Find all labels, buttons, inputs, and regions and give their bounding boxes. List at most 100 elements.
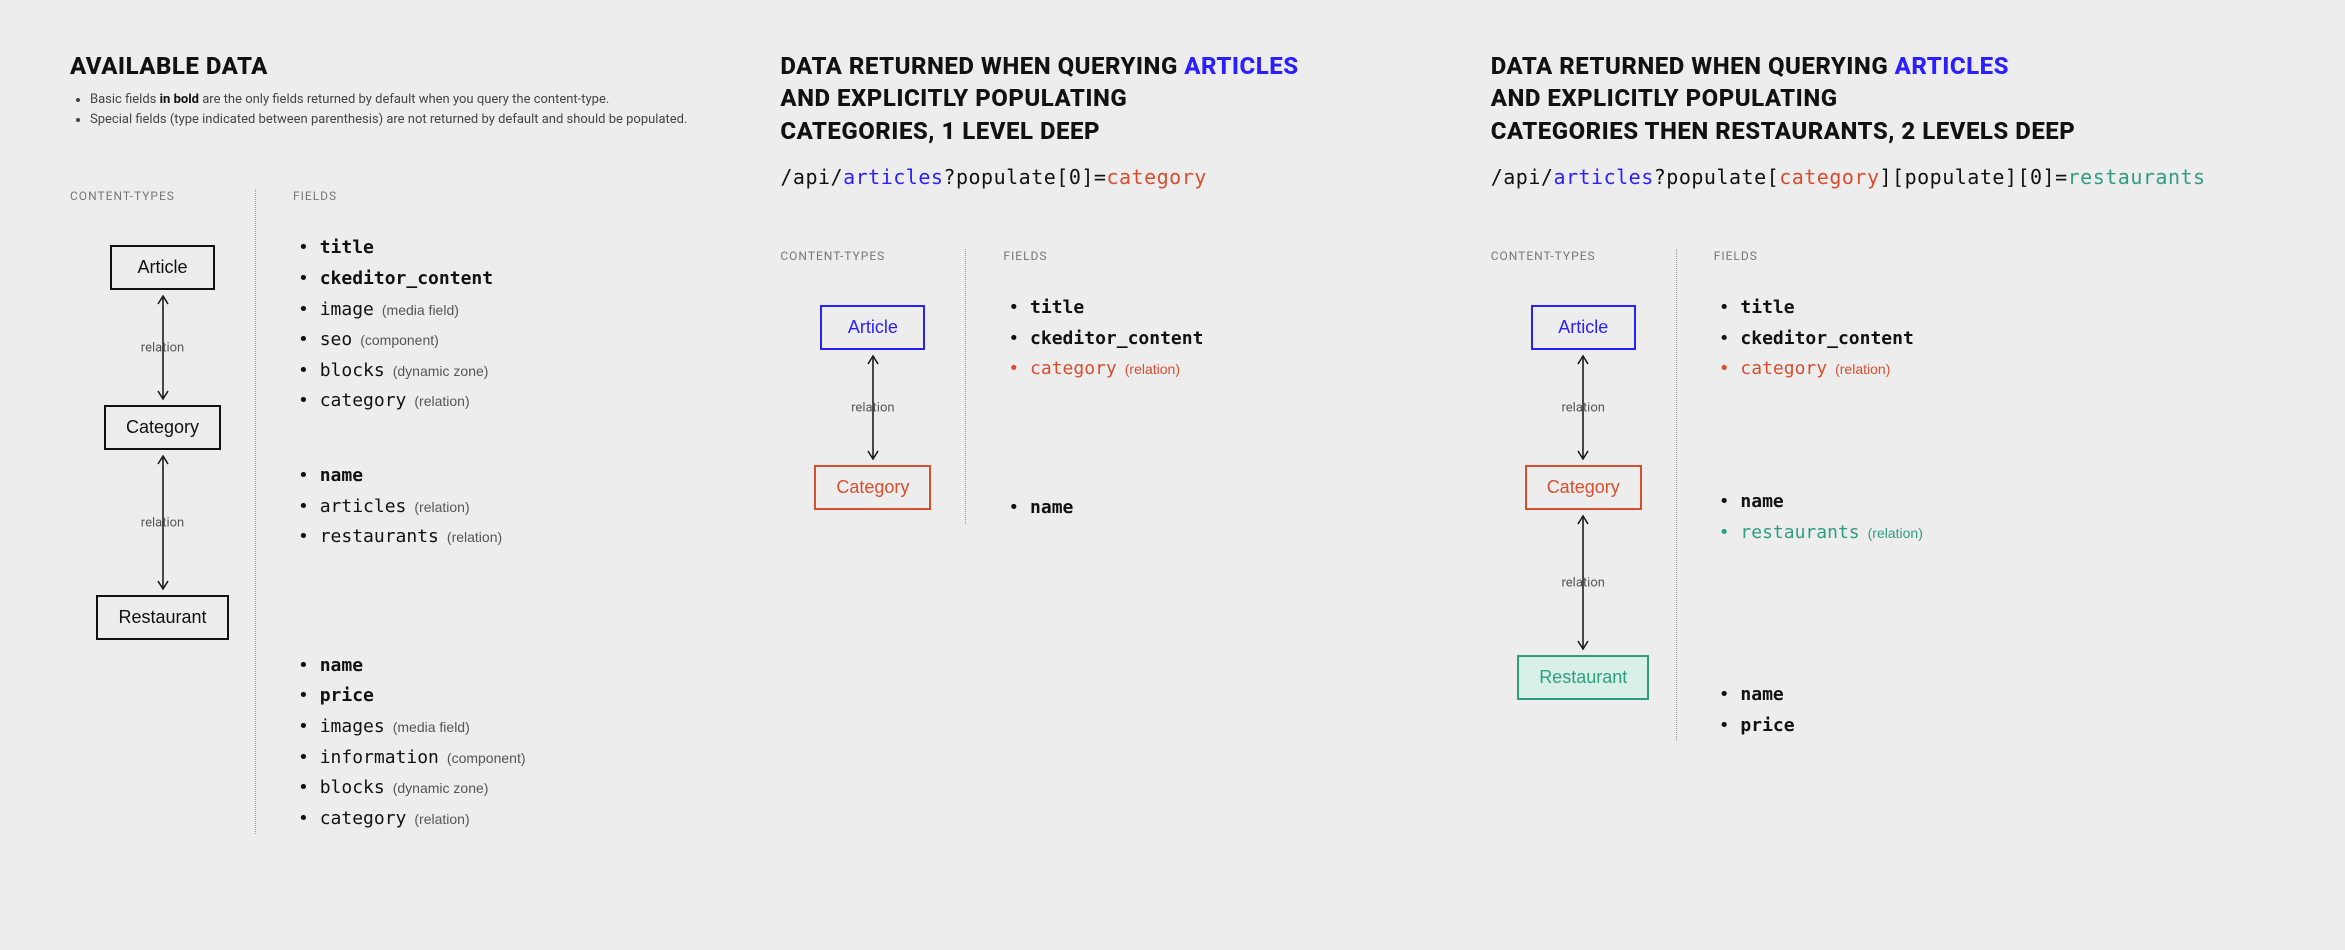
panel-title: DATA RETURNED WHEN QUERYING ARTICLES AND…: [780, 50, 1430, 147]
field-item: name: [298, 461, 720, 492]
entity-category: Category: [814, 465, 931, 510]
col-header: CONTENT-TYPES: [1491, 249, 1596, 263]
field-item: name: [1719, 680, 2275, 711]
field-name: ckeditor_content: [1030, 328, 1203, 349]
relation-label: relation: [137, 338, 188, 357]
field-name: images: [320, 716, 385, 737]
field-meta: (component): [360, 332, 439, 348]
field-item: information (component): [298, 743, 720, 774]
field-meta: (relation): [414, 393, 469, 409]
field-item: restaurants(relation): [298, 522, 720, 553]
field-item: category (relation): [1008, 354, 1430, 385]
entity-restaurant: Restaurant: [1517, 655, 1649, 700]
field-item: name: [298, 651, 720, 682]
entity-category: Category: [1525, 465, 1642, 510]
field-list-category: name articles (relation)restaurants(relati…: [298, 461, 720, 553]
columns: CONTENT-TYPES Article relation Category …: [780, 249, 1430, 523]
field-meta: (media field): [393, 719, 470, 735]
col-content-types: CONTENT-TYPES Article relation Category: [780, 249, 965, 523]
field-item: restaurants (relation): [1719, 518, 2275, 549]
field-item: ckeditor_content: [1719, 324, 2275, 355]
col-header: FIELDS: [1714, 249, 2275, 263]
relation-connector: relation: [153, 450, 173, 595]
sub-line: Special fields (type indicated between p…: [90, 110, 720, 130]
relation-label: relation: [1558, 398, 1609, 417]
field-meta: (relation): [1125, 361, 1180, 377]
field-meta: (relation): [1835, 361, 1890, 377]
field-name: category: [1030, 358, 1117, 379]
col-fields: FIELDS titleckeditor_contentcategory(rel…: [965, 249, 1430, 523]
field-item: price: [1719, 711, 2275, 742]
relation-label: relation: [1558, 573, 1609, 592]
col-fields: FIELDS title ckeditor_content image(media …: [255, 189, 720, 834]
field-item: image(media field): [298, 295, 720, 326]
relation-label: relation: [137, 513, 188, 532]
field-name: name: [1740, 491, 1783, 512]
field-list-article: title ckeditor_content category (relation): [1719, 293, 2275, 385]
diagram-stage: AVAILABLE DATA Basic fields in bold are …: [0, 0, 2345, 884]
field-meta: (dynamic zone): [393, 780, 489, 796]
field-item: category (relation): [1719, 354, 2275, 385]
relation-connector: relation: [1573, 350, 1593, 465]
entity-category: Category: [104, 405, 221, 450]
field-item: images (media field): [298, 712, 720, 743]
col-content-types: CONTENT-TYPES Article relation Category: [70, 189, 255, 834]
field-list-category: name: [1008, 493, 1430, 524]
field-meta: (relation): [1868, 525, 1923, 541]
field-item: price: [298, 681, 720, 712]
col-content-types: CONTENT-TYPES Article relation Category: [1491, 249, 1676, 741]
relation-connector: relation: [153, 290, 173, 405]
field-name: title: [320, 237, 374, 258]
field-name: category: [320, 808, 407, 829]
entity-article: Article: [1531, 305, 1636, 350]
field-meta: (relation): [447, 529, 502, 545]
col-header: FIELDS: [293, 189, 720, 203]
panel-subtext: Basic fields in bold are the only fields…: [70, 90, 720, 129]
panel-available-data: AVAILABLE DATA Basic fields in bold are …: [70, 50, 720, 834]
field-list-restaurant: name price images (media field) information (…: [298, 651, 720, 835]
field-item: name: [1008, 493, 1430, 524]
field-list-restaurant: name price: [1719, 680, 2275, 741]
field-name: blocks: [320, 360, 385, 381]
field-name: articles: [320, 496, 407, 517]
relation-label: relation: [847, 398, 898, 417]
sub-line: Basic fields in bold are the only fields…: [90, 90, 720, 110]
columns: CONTENT-TYPES Article relation Category: [70, 189, 720, 834]
field-item: title: [298, 233, 720, 264]
field-item: blocks (dynamic zone): [298, 773, 720, 804]
field-name: ckeditor_content: [1740, 328, 1913, 349]
field-name: seo: [320, 329, 353, 350]
relation-connector: relation: [863, 350, 883, 465]
field-item: blocks (dynamic zone): [298, 356, 720, 387]
entity-article: Article: [110, 245, 215, 290]
field-name: name: [320, 655, 363, 676]
api-query: /api/articles?populate[category][populat…: [1491, 165, 2275, 189]
col-header: CONTENT-TYPES: [70, 189, 175, 203]
field-item: ckeditor_content: [298, 264, 720, 295]
panel-title: AVAILABLE DATA: [70, 50, 720, 82]
field-item: category (relation): [298, 386, 720, 417]
field-name: title: [1030, 297, 1084, 318]
columns: CONTENT-TYPES Article relation Category: [1491, 249, 2275, 741]
field-name: restaurants: [1740, 522, 1859, 543]
field-item: name: [1719, 487, 2275, 518]
field-name: ckeditor_content: [320, 268, 493, 289]
relation-connector: relation: [1573, 510, 1593, 655]
field-name: category: [320, 390, 407, 411]
col-fields: FIELDS title ckeditor_content category (rel…: [1676, 249, 2275, 741]
field-item: seo (component): [298, 325, 720, 356]
field-name: name: [1740, 684, 1783, 705]
field-name: title: [1740, 297, 1794, 318]
field-name: information: [320, 747, 439, 768]
panel-populate-2-levels: DATA RETURNED WHEN QUERYING ARTICLES AND…: [1491, 50, 2275, 834]
field-meta: (component): [447, 750, 526, 766]
field-name: category: [1740, 358, 1827, 379]
field-name: price: [320, 685, 374, 706]
field-list-article: titleckeditor_contentimage(media field)s…: [298, 233, 720, 417]
field-name: blocks: [320, 777, 385, 798]
field-list-article: title ckeditor_content category (relation): [1008, 293, 1430, 385]
field-item: title: [1008, 293, 1430, 324]
api-query: /api/articles?populate[0]=category: [780, 165, 1430, 189]
entity-article: Article: [820, 305, 925, 350]
field-meta: (dynamic zone): [393, 363, 489, 379]
